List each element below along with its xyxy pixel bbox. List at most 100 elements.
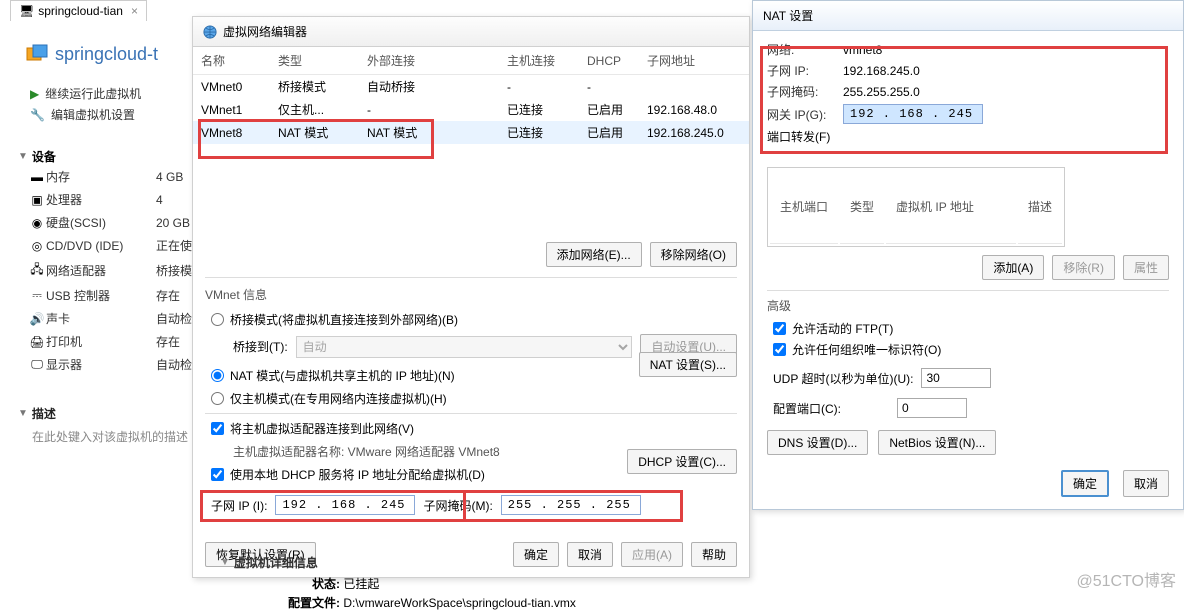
ram-icon: ▬	[28, 170, 46, 184]
gateway-ip-input[interactable]	[843, 104, 983, 124]
col-name[interactable]: 名称	[193, 47, 270, 75]
device-row[interactable]: ◎CD/DVD (IDE)正在使	[28, 237, 192, 254]
edit-vm-settings-link[interactable]: 🔧编辑虚拟机设置	[30, 106, 141, 123]
vm-logo-icon	[25, 42, 49, 66]
virtual-network-editor-dialog: 虚拟网络编辑器 名称 类型 外部连接 主机连接 DHCP 子网地址 VMnet0…	[192, 16, 750, 578]
vmnet-info-title: VMnet 信息	[205, 286, 737, 303]
tab-close-icon[interactable]: ×	[131, 4, 138, 18]
pf-remove-button[interactable]: 移除(R)	[1052, 255, 1115, 280]
connect-host-label: 将主机虚拟适配器连接到此网络(V)	[230, 420, 414, 437]
connect-host-checkbox[interactable]	[211, 422, 224, 435]
bridge-label: 桥接模式(将虚拟机直接连接到外部网络)(B)	[230, 311, 458, 328]
devices-header[interactable]: 设备	[18, 148, 56, 165]
dialog-title: 虚拟网络编辑器	[223, 23, 307, 40]
subnet-ip-input[interactable]	[275, 495, 415, 515]
nat-network-value: vmnet8	[843, 43, 882, 57]
hostonly-radio[interactable]	[211, 392, 224, 405]
config-label: 配置文件:	[280, 594, 340, 611]
nat-network-label: 网络:	[767, 41, 835, 58]
device-row[interactable]: 🔊声卡自动检	[28, 310, 192, 327]
nat-subnet-mask-value: 255.255.255.0	[843, 85, 920, 99]
vm-detail-header[interactable]: 虚拟机详细信息	[220, 554, 576, 571]
allow-ftp-checkbox[interactable]	[773, 322, 786, 335]
device-row[interactable]: ◉硬盘(SCSI)20 GB	[28, 214, 192, 231]
nat-settings-button[interactable]: NAT 设置(S)...	[639, 352, 737, 377]
pf-add-button[interactable]: 添加(A)	[982, 255, 1044, 280]
bridge-select[interactable]: 自动	[296, 336, 633, 358]
bridge-radio[interactable]	[211, 313, 224, 326]
display-icon: 🖵	[28, 357, 46, 372]
col-host[interactable]: 主机连接	[499, 47, 579, 75]
col-type[interactable]: 类型	[270, 47, 359, 75]
bridge-to-label: 桥接到(T):	[233, 338, 288, 355]
device-row[interactable]: 🖧网络适配器桥接模	[28, 260, 192, 281]
dns-settings-button[interactable]: DNS 设置(D)...	[767, 430, 868, 455]
use-dhcp-checkbox[interactable]	[211, 468, 224, 481]
col-dhcp[interactable]: DHCP	[579, 47, 639, 75]
dialog-titlebar[interactable]: 虚拟网络编辑器	[193, 17, 749, 47]
vm-tab[interactable]: 🖥 springcloud-tian ×	[10, 0, 147, 21]
nat-subnet-ip-value: 192.168.245.0	[843, 64, 920, 78]
device-name: CD/DVD (IDE)	[46, 239, 156, 253]
description-header[interactable]: 描述	[18, 405, 188, 422]
port-forward-label: 端口转发(F)	[767, 128, 830, 145]
description-placeholder[interactable]: 在此处键入对该虚拟机的描述	[32, 428, 188, 445]
pf-col-type: 类型	[840, 170, 884, 244]
device-row[interactable]: 🖨打印机存在	[28, 333, 192, 350]
config-port-label: 配置端口(C):	[773, 400, 841, 417]
device-value: 4	[156, 193, 163, 207]
cd-icon: ◎	[28, 239, 46, 253]
device-name: 声卡	[46, 310, 156, 327]
device-row[interactable]: 🖵显示器自动检	[28, 356, 192, 373]
col-subnet[interactable]: 子网地址	[639, 47, 749, 75]
allow-oui-checkbox[interactable]	[773, 343, 786, 356]
device-row[interactable]: ⎓USB 控制器存在	[28, 287, 192, 304]
nat-subnet-mask-label: 子网掩码:	[767, 83, 835, 100]
device-value: 存在	[156, 333, 180, 350]
play-icon: ▶	[30, 87, 39, 101]
device-row[interactable]: ▣处理器4	[28, 191, 192, 208]
usb-icon: ⎓	[28, 288, 46, 303]
device-value: 存在	[156, 287, 180, 304]
state-label: 状态:	[280, 575, 340, 592]
network-row[interactable]: VMnet8NAT 模式NAT 模式已连接已启用192.168.245.0	[193, 121, 749, 144]
nat-label: NAT 模式(与虚拟机共享主机的 IP 地址)(N)	[230, 367, 455, 384]
resume-vm-link[interactable]: ▶继续运行此虚拟机	[30, 85, 141, 102]
subnet-mask-input[interactable]	[501, 495, 641, 515]
dhcp-settings-button[interactable]: DHCP 设置(C)...	[627, 449, 737, 474]
device-name: 打印机	[46, 333, 156, 350]
network-row[interactable]: VMnet1仅主机...-已连接已启用192.168.48.0	[193, 98, 749, 121]
sound-icon: 🔊	[28, 312, 46, 326]
network-row[interactable]: VMnet0桥接模式自动桥接--	[193, 75, 749, 99]
udp-timeout-label: UDP 超时(以秒为单位)(U):	[773, 370, 913, 387]
network-table: 名称 类型 外部连接 主机连接 DHCP 子网地址 VMnet0桥接模式自动桥接…	[193, 47, 749, 144]
vm-title: springcloud-t	[55, 44, 158, 65]
device-row[interactable]: ▬内存4 GB	[28, 168, 192, 185]
subnet-mask-label: 子网掩码(M):	[423, 497, 492, 514]
state-value: 已挂起	[343, 577, 379, 591]
device-name: USB 控制器	[46, 287, 156, 304]
pf-props-button[interactable]: 属性	[1123, 255, 1169, 280]
port-forward-table[interactable]: 主机端口 类型 虚拟机 IP 地址 描述	[767, 167, 1065, 247]
device-name: 处理器	[46, 191, 156, 208]
hostonly-label: 仅主机模式(在专用网络内连接虚拟机)(H)	[230, 390, 447, 407]
nat-radio[interactable]	[211, 369, 224, 382]
cpu-icon: ▣	[28, 193, 46, 207]
nat-cancel-button[interactable]: 取消	[1123, 470, 1169, 497]
device-name: 内存	[46, 168, 156, 185]
nat-gateway-label: 网关 IP(G):	[767, 106, 835, 123]
nat-ok-button[interactable]: 确定	[1061, 470, 1109, 497]
disk-icon: ◉	[28, 216, 46, 230]
vm-icon: 🖥	[19, 4, 34, 18]
udp-timeout-input[interactable]	[921, 368, 991, 388]
add-network-button[interactable]: 添加网络(E)...	[546, 242, 642, 267]
netbios-settings-button[interactable]: NetBios 设置(N)...	[878, 430, 996, 455]
device-name: 硬盘(SCSI)	[46, 214, 156, 231]
help-button[interactable]: 帮助	[691, 542, 737, 567]
col-ext[interactable]: 外部连接	[359, 47, 499, 75]
nat-dialog-title[interactable]: NAT 设置	[753, 1, 1183, 31]
apply-button[interactable]: 应用(A)	[621, 542, 683, 567]
printer-icon: 🖨	[28, 335, 46, 349]
config-port-input[interactable]	[897, 398, 967, 418]
remove-network-button[interactable]: 移除网络(O)	[650, 242, 737, 267]
